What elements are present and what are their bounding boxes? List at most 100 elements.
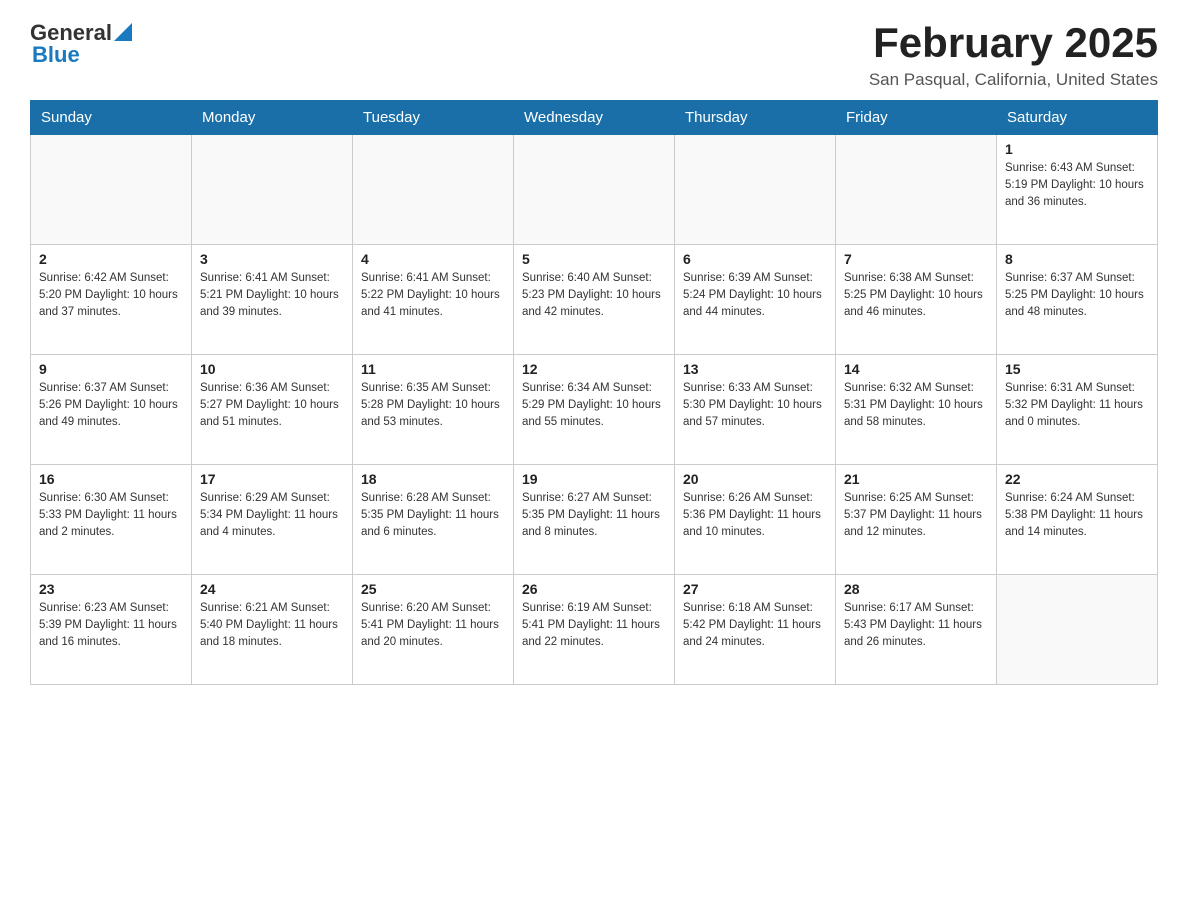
day-number: 6 xyxy=(683,251,827,267)
day-info: Sunrise: 6:19 AM Sunset: 5:41 PM Dayligh… xyxy=(522,600,666,650)
calendar-cell: 24 Sunrise: 6:21 AM Sunset: 5:40 PM Dayli… xyxy=(192,575,353,685)
day-info: Sunrise: 6:21 AM Sunset: 5:40 PM Dayligh… xyxy=(200,600,344,650)
col-header-thursday: Thursday xyxy=(675,101,836,135)
day-info: Sunrise: 6:20 AM Sunset: 5:41 PM Dayligh… xyxy=(361,600,505,650)
calendar-cell: 26 Sunrise: 6:19 AM Sunset: 5:41 PM Dayli… xyxy=(514,575,675,685)
day-number: 23 xyxy=(39,581,183,597)
calendar-cell: 13Sunrise: 6:33 AM Sunset: 5:30 PM Dayli… xyxy=(675,355,836,465)
day-number: 8 xyxy=(1005,251,1149,267)
day-number: 15 xyxy=(1005,361,1149,377)
day-number: 26 xyxy=(522,581,666,597)
logo: General Blue xyxy=(30,20,132,68)
calendar-cell: 2Sunrise: 6:42 AM Sunset: 5:20 PM Daylig… xyxy=(31,245,192,355)
day-info: Sunrise: 6:28 AM Sunset: 5:35 PM Dayligh… xyxy=(361,490,505,540)
calendar-header-row: SundayMondayTuesdayWednesdayThursdayFrid… xyxy=(31,101,1158,135)
day-number: 10 xyxy=(200,361,344,377)
day-info: Sunrise: 6:32 AM Sunset: 5:31 PM Dayligh… xyxy=(844,380,988,430)
day-info: Sunrise: 6:25 AM Sunset: 5:37 PM Dayligh… xyxy=(844,490,988,540)
col-header-saturday: Saturday xyxy=(997,101,1158,135)
day-info: Sunrise: 6:35 AM Sunset: 5:28 PM Dayligh… xyxy=(361,380,505,430)
location: San Pasqual, California, United States xyxy=(869,70,1158,90)
day-info: Sunrise: 6:31 AM Sunset: 5:32 PM Dayligh… xyxy=(1005,380,1149,430)
calendar-cell: 8 Sunrise: 6:37 AM Sunset: 5:25 PM Daylig… xyxy=(997,245,1158,355)
calendar-cell: 20 Sunrise: 6:26 AM Sunset: 5:36 PM Dayli… xyxy=(675,465,836,575)
calendar-cell: 17 Sunrise: 6:29 AM Sunset: 5:34 PM Dayli… xyxy=(192,465,353,575)
day-info: Sunrise: 6:43 AM Sunset: 5:19 PM Dayligh… xyxy=(1005,160,1149,210)
calendar-week-row: 16 Sunrise: 6:30 AM Sunset: 5:33 PM Dayli… xyxy=(31,465,1158,575)
day-info: Sunrise: 6:42 AM Sunset: 5:20 PM Dayligh… xyxy=(39,270,183,320)
col-header-friday: Friday xyxy=(836,101,997,135)
day-number: 4 xyxy=(361,251,505,267)
calendar-cell: 16 Sunrise: 6:30 AM Sunset: 5:33 PM Dayli… xyxy=(31,465,192,575)
calendar-cell: 28 Sunrise: 6:17 AM Sunset: 5:43 PM Dayli… xyxy=(836,575,997,685)
day-number: 27 xyxy=(683,581,827,597)
day-number: 13 xyxy=(683,361,827,377)
calendar-cell xyxy=(997,575,1158,685)
day-info: Sunrise: 6:34 AM Sunset: 5:29 PM Dayligh… xyxy=(522,380,666,430)
month-title: February 2025 xyxy=(869,20,1158,66)
col-header-sunday: Sunday xyxy=(31,101,192,135)
day-info: Sunrise: 6:23 AM Sunset: 5:39 PM Dayligh… xyxy=(39,600,183,650)
day-number: 5 xyxy=(522,251,666,267)
calendar-cell: 15 Sunrise: 6:31 AM Sunset: 5:32 PM Dayli… xyxy=(997,355,1158,465)
col-header-monday: Monday xyxy=(192,101,353,135)
day-number: 1 xyxy=(1005,141,1149,157)
day-number: 25 xyxy=(361,581,505,597)
day-info: Sunrise: 6:26 AM Sunset: 5:36 PM Dayligh… xyxy=(683,490,827,540)
calendar-cell: 25 Sunrise: 6:20 AM Sunset: 5:41 PM Dayli… xyxy=(353,575,514,685)
day-info: Sunrise: 6:30 AM Sunset: 5:33 PM Dayligh… xyxy=(39,490,183,540)
day-info: Sunrise: 6:24 AM Sunset: 5:38 PM Dayligh… xyxy=(1005,490,1149,540)
day-info: Sunrise: 6:27 AM Sunset: 5:35 PM Dayligh… xyxy=(522,490,666,540)
day-number: 16 xyxy=(39,471,183,487)
col-header-tuesday: Tuesday xyxy=(353,101,514,135)
calendar-cell xyxy=(192,135,353,245)
calendar-cell xyxy=(514,135,675,245)
calendar-cell: 4 Sunrise: 6:41 AM Sunset: 5:22 PM Daylig… xyxy=(353,245,514,355)
calendar-week-row: 2Sunrise: 6:42 AM Sunset: 5:20 PM Daylig… xyxy=(31,245,1158,355)
day-info: Sunrise: 6:29 AM Sunset: 5:34 PM Dayligh… xyxy=(200,490,344,540)
calendar-cell xyxy=(836,135,997,245)
day-number: 22 xyxy=(1005,471,1149,487)
calendar-cell: 27 Sunrise: 6:18 AM Sunset: 5:42 PM Dayli… xyxy=(675,575,836,685)
page-header: General Blue February 2025 San Pasqual, … xyxy=(30,20,1158,90)
calendar-cell: 9 Sunrise: 6:37 AM Sunset: 5:26 PM Daylig… xyxy=(31,355,192,465)
day-number: 17 xyxy=(200,471,344,487)
day-info: Sunrise: 6:18 AM Sunset: 5:42 PM Dayligh… xyxy=(683,600,827,650)
calendar-cell: 18 Sunrise: 6:28 AM Sunset: 5:35 PM Dayli… xyxy=(353,465,514,575)
day-number: 20 xyxy=(683,471,827,487)
calendar-week-row: 1 Sunrise: 6:43 AM Sunset: 5:19 PM Daylig… xyxy=(31,135,1158,245)
calendar-cell: 1 Sunrise: 6:43 AM Sunset: 5:19 PM Daylig… xyxy=(997,135,1158,245)
day-info: Sunrise: 6:36 AM Sunset: 5:27 PM Dayligh… xyxy=(200,380,344,430)
day-info: Sunrise: 6:17 AM Sunset: 5:43 PM Dayligh… xyxy=(844,600,988,650)
calendar-table: SundayMondayTuesdayWednesdayThursdayFrid… xyxy=(30,100,1158,685)
calendar-week-row: 23 Sunrise: 6:23 AM Sunset: 5:39 PM Dayli… xyxy=(31,575,1158,685)
logo-triangle-icon xyxy=(114,23,132,41)
calendar-cell: 12 Sunrise: 6:34 AM Sunset: 5:29 PM Dayli… xyxy=(514,355,675,465)
header-right: February 2025 San Pasqual, California, U… xyxy=(869,20,1158,90)
day-number: 28 xyxy=(844,581,988,597)
calendar-cell: 7Sunrise: 6:38 AM Sunset: 5:25 PM Daylig… xyxy=(836,245,997,355)
day-info: Sunrise: 6:37 AM Sunset: 5:26 PM Dayligh… xyxy=(39,380,183,430)
col-header-wednesday: Wednesday xyxy=(514,101,675,135)
day-number: 9 xyxy=(39,361,183,377)
day-number: 14 xyxy=(844,361,988,377)
day-number: 19 xyxy=(522,471,666,487)
day-number: 3 xyxy=(200,251,344,267)
calendar-cell: 10 Sunrise: 6:36 AM Sunset: 5:27 PM Dayli… xyxy=(192,355,353,465)
day-info: Sunrise: 6:41 AM Sunset: 5:22 PM Dayligh… xyxy=(361,270,505,320)
day-number: 12 xyxy=(522,361,666,377)
day-number: 18 xyxy=(361,471,505,487)
calendar-cell: 21 Sunrise: 6:25 AM Sunset: 5:37 PM Dayli… xyxy=(836,465,997,575)
day-info: Sunrise: 6:41 AM Sunset: 5:21 PM Dayligh… xyxy=(200,270,344,320)
calendar-week-row: 9 Sunrise: 6:37 AM Sunset: 5:26 PM Daylig… xyxy=(31,355,1158,465)
day-number: 24 xyxy=(200,581,344,597)
calendar-cell: 23 Sunrise: 6:23 AM Sunset: 5:39 PM Dayli… xyxy=(31,575,192,685)
day-info: Sunrise: 6:37 AM Sunset: 5:25 PM Dayligh… xyxy=(1005,270,1149,320)
day-info: Sunrise: 6:40 AM Sunset: 5:23 PM Dayligh… xyxy=(522,270,666,320)
logo-blue-text: Blue xyxy=(32,42,80,68)
calendar-cell: 11 Sunrise: 6:35 AM Sunset: 5:28 PM Dayli… xyxy=(353,355,514,465)
day-number: 21 xyxy=(844,471,988,487)
calendar-cell: 6Sunrise: 6:39 AM Sunset: 5:24 PM Daylig… xyxy=(675,245,836,355)
day-number: 7 xyxy=(844,251,988,267)
day-number: 11 xyxy=(361,361,505,377)
